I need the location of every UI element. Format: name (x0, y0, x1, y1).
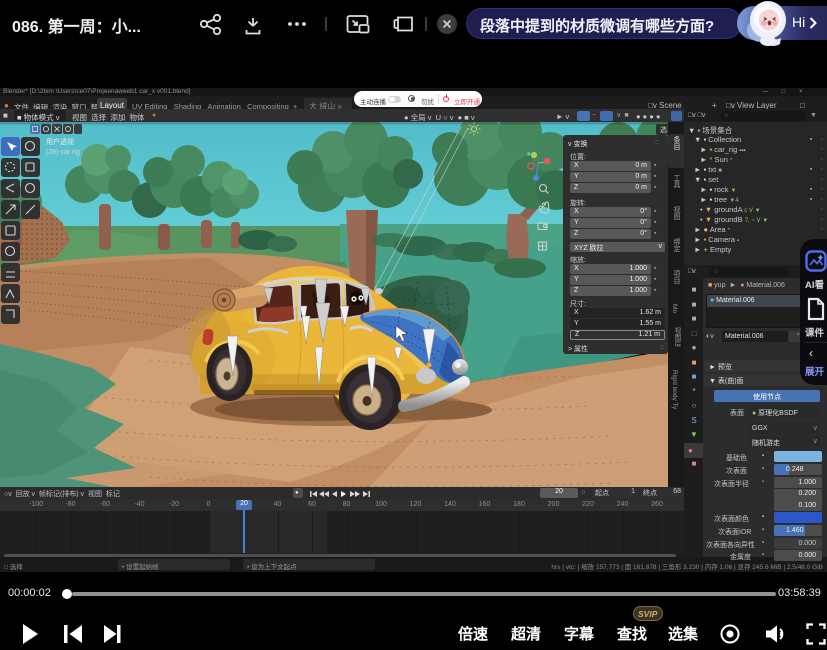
svg-text:(28) car rig: (28) car rig (46, 149, 80, 156)
svg-text:用户透视: 用户透视 (46, 137, 74, 146)
